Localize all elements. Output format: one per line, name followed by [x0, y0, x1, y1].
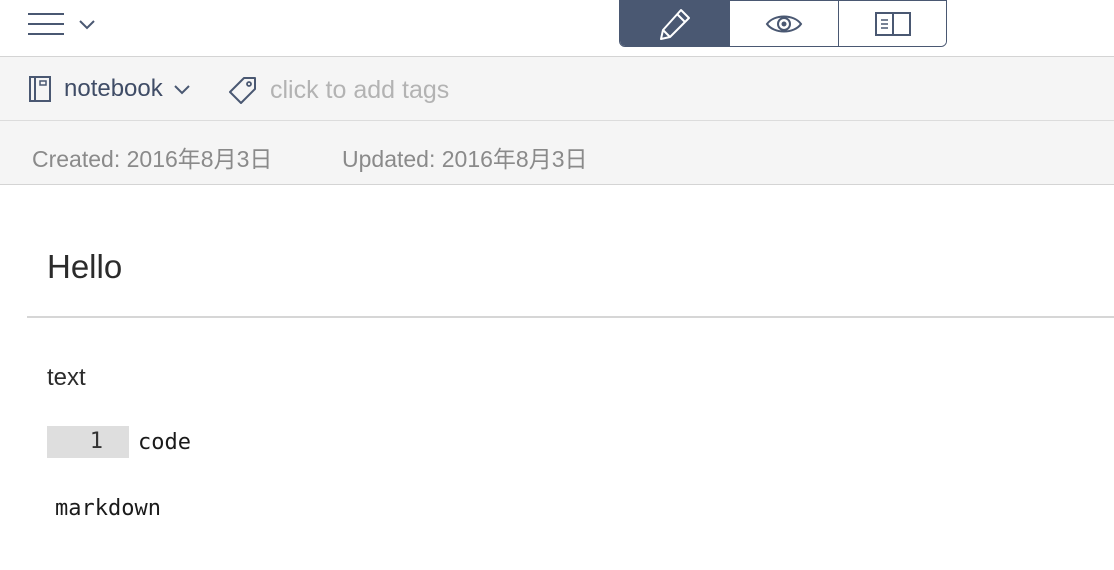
edit-mode-button[interactable]: [620, 1, 729, 46]
chevron-down-icon: [174, 85, 190, 95]
notebook-tags-bar: notebook click to add tags: [0, 57, 1114, 121]
code-block: 1 code: [47, 426, 191, 458]
tags-input[interactable]: click to add tags: [228, 74, 449, 106]
split-mode-button[interactable]: [838, 1, 946, 46]
hamburger-icon: [28, 13, 64, 35]
note-dates-bar: Created: 2016年8月3日 Updated: 2016年8月3日: [0, 121, 1114, 185]
menu-button[interactable]: [24, 6, 104, 42]
note-paragraph: text: [47, 364, 86, 391]
inline-code-text: markdown: [55, 496, 161, 521]
heading-divider: [27, 316, 1114, 318]
preview-mode-button[interactable]: [729, 1, 838, 46]
tag-icon: [229, 77, 256, 104]
notebook-selector[interactable]: notebook: [28, 74, 191, 104]
tags-placeholder: click to add tags: [270, 75, 450, 104]
top-toolbar: [0, 0, 1114, 57]
code-line-number: 1: [47, 426, 129, 458]
notebook-name: notebook: [64, 75, 163, 102]
view-mode-switcher: [619, 0, 947, 47]
chevron-down-icon: [79, 20, 95, 30]
eye-icon: [765, 15, 803, 32]
notebook-icon: [29, 76, 51, 102]
pencil-icon: [659, 8, 690, 40]
note-heading: Hello: [47, 248, 123, 285]
code-line-text: code: [138, 429, 191, 455]
updated-date: Updated: 2016年8月3日: [342, 146, 588, 172]
split-view-icon: [874, 11, 911, 36]
note-editor-content[interactable]: Hello text 1 code markdown: [0, 186, 1114, 570]
created-date: Created: 2016年8月3日: [32, 146, 273, 172]
